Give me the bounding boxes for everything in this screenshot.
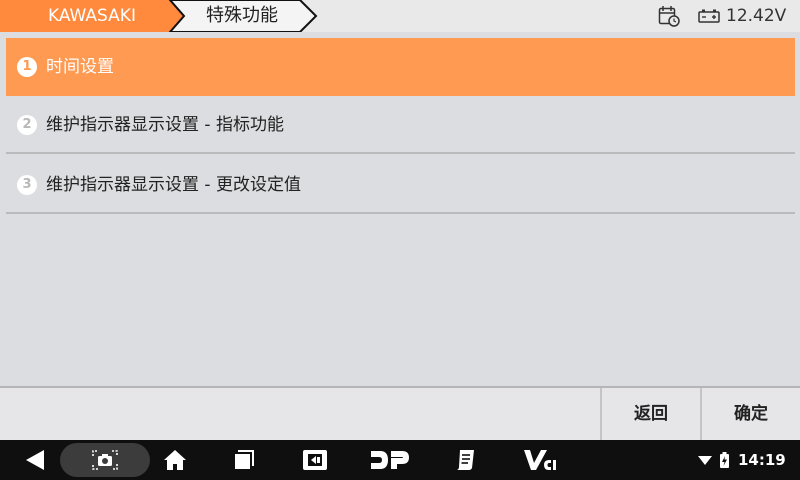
recent-apps-icon[interactable] (232, 448, 256, 472)
back-icon[interactable] (24, 448, 46, 472)
confirm-button[interactable]: 确定 (700, 388, 800, 440)
home-icon[interactable] (162, 448, 188, 472)
function-list: 1 时间设置 2 维护指示器显示设置 - 指标功能 3 维护指示器显示设置 - … (0, 32, 800, 386)
breadcrumb-brand-label: KAWASAKI (48, 6, 136, 26)
menu-item-label: 维护指示器显示设置 - 更改设定值 (46, 175, 301, 195)
vci-icon[interactable] (522, 448, 558, 472)
menu-item-label: 时间设置 (46, 57, 114, 77)
menu-item-time-setting[interactable]: 1 时间设置 (6, 38, 795, 96)
action-bar: 返回 确定 (0, 386, 800, 440)
system-nav-bar: 14:19 (0, 440, 800, 480)
battery-voltage: 12.42V (726, 6, 787, 26)
page-title: 特殊功能 (206, 5, 278, 26)
battery-icon (720, 452, 729, 468)
menu-item-change-setpoint[interactable]: 3 维护指示器显示设置 - 更改设定值 (6, 156, 795, 214)
screenshot-icon[interactable] (90, 448, 120, 472)
header-bar: KAWASAKI 特殊功能 12.42V (0, 0, 800, 32)
menu-item-indicator-function[interactable]: 2 维护指示器显示设置 - 指标功能 (6, 96, 795, 154)
battery-voltage-icon (698, 9, 720, 23)
status-clock: 14:19 (738, 451, 786, 469)
calendar-clock-icon[interactable] (658, 5, 680, 27)
app-icon[interactable] (300, 448, 330, 472)
item-number-badge: 3 (17, 175, 37, 195)
back-button[interactable]: 返回 (600, 388, 700, 440)
dp-icon[interactable] (368, 448, 412, 472)
notes-icon[interactable] (452, 448, 480, 472)
wifi-icon (698, 456, 712, 465)
item-number-badge: 2 (17, 115, 37, 135)
menu-item-label: 维护指示器显示设置 - 指标功能 (46, 115, 284, 135)
item-number-badge: 1 (17, 57, 37, 77)
